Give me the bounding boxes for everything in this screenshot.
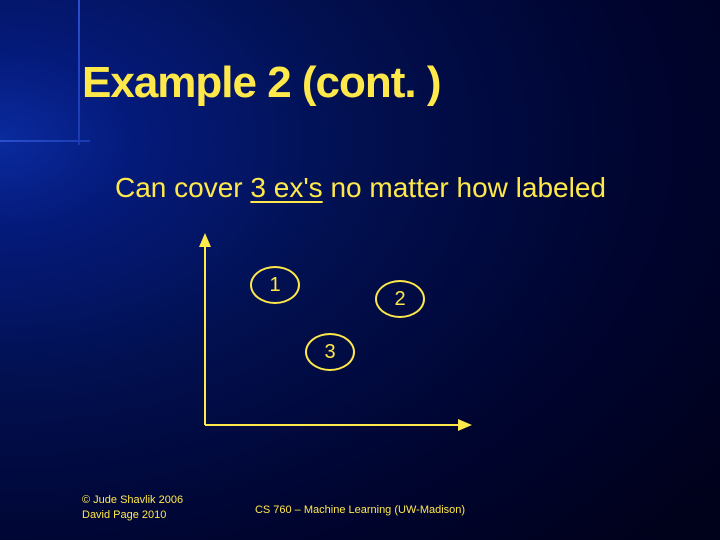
subtitle-post: no matter how labeled: [323, 172, 606, 203]
diagram: 1 2 3: [185, 225, 485, 445]
point-3: 3: [305, 333, 355, 371]
decor-vertical-line: [78, 0, 80, 145]
point-2: 2: [375, 280, 425, 318]
subtitle-underlined: 3 ex's: [250, 172, 322, 203]
decor-horizontal-line: [0, 140, 90, 142]
point-1: 1: [250, 266, 300, 304]
slide-subtitle: Can cover 3 ex's no matter how labeled: [115, 172, 606, 204]
slide-title: Example 2 (cont. ): [82, 58, 441, 108]
footer-course: CS 760 – Machine Learning (UW-Madison): [0, 504, 720, 516]
slide: Example 2 (cont. ) Can cover 3 ex's no m…: [0, 0, 720, 540]
subtitle-pre: Can cover: [115, 172, 250, 203]
